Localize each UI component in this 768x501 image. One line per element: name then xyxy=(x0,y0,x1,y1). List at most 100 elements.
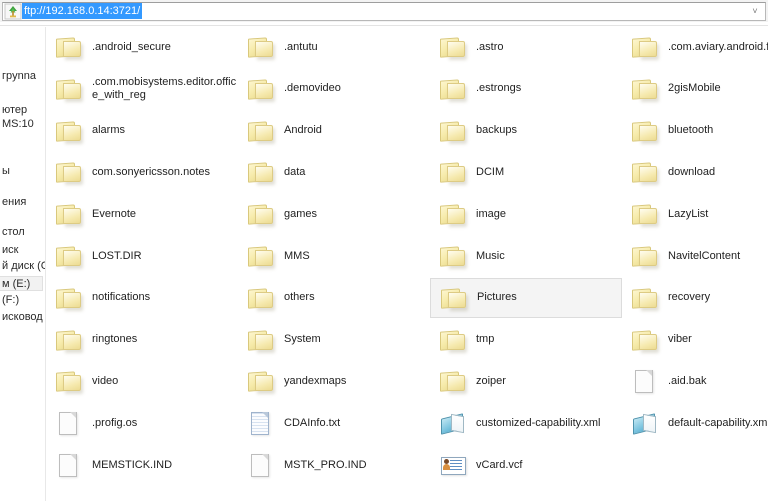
file-item[interactable]: .android_secure xyxy=(46,27,238,67)
file-item[interactable]: viber xyxy=(622,320,768,360)
file-item[interactable]: alarms xyxy=(46,111,238,151)
file-item-label: Music xyxy=(476,250,622,263)
file-item[interactable]: DCIM xyxy=(430,152,622,192)
folder-icon xyxy=(246,32,276,62)
file-item[interactable]: MSTK_PRO.IND xyxy=(238,445,430,485)
file-item[interactable]: System xyxy=(238,320,430,360)
file-item[interactable]: CDAInfo.txt xyxy=(238,403,430,443)
file-item-label: Pictures xyxy=(477,291,621,304)
file-item[interactable]: data xyxy=(238,152,430,192)
file-item[interactable]: vCard.vcf xyxy=(430,445,622,485)
nav-pane-item[interactable]: м (E:) xyxy=(0,276,43,291)
file-item[interactable]: customized-capability.xml xyxy=(430,403,622,443)
folder-icon xyxy=(438,366,468,396)
nav-pane-item[interactable]: ютер xyxy=(0,103,27,118)
file-item[interactable]: recovery xyxy=(622,278,768,318)
file-list-view[interactable]: .android_secure.antutu .astro.com.aviary.… xyxy=(46,27,768,501)
file-item[interactable]: notifications xyxy=(46,278,238,318)
xml-file-icon xyxy=(438,408,468,438)
folder-icon xyxy=(630,157,660,187)
file-item-label: .android_secure xyxy=(92,41,238,54)
nav-pane-item-label: (F:) xyxy=(2,294,19,306)
nav-pane-item[interactable]: стол xyxy=(0,225,25,240)
address-bar[interactable]: ftp://192.168.0.14:3721/ ˅ xyxy=(0,0,768,22)
file-item[interactable]: bluetooth xyxy=(622,111,768,151)
nav-pane-item[interactable]: иск xyxy=(0,243,18,258)
folder-icon xyxy=(630,283,660,313)
file-item-label: DCIM xyxy=(476,166,622,179)
folder-icon xyxy=(630,241,660,271)
folder-icon xyxy=(246,366,276,396)
file-item[interactable]: zoiper xyxy=(430,361,622,401)
nav-pane-item[interactable]: (F:) xyxy=(0,293,19,308)
nav-pane-item-label: й диск (C xyxy=(2,260,45,272)
file-item[interactable]: LOST.DIR xyxy=(46,236,238,276)
folder-icon xyxy=(54,241,84,271)
folder-icon xyxy=(438,199,468,229)
file-item-label: yandexmaps xyxy=(284,375,430,388)
chevron-down-icon[interactable]: ˅ xyxy=(746,2,764,21)
file-item[interactable]: default-capability.xml xyxy=(622,403,768,443)
nav-pane-item[interactable]: MS:10 xyxy=(0,117,34,132)
folder-icon xyxy=(246,157,276,187)
file-item[interactable]: Android xyxy=(238,111,430,151)
file-item[interactable]: NavitelContent xyxy=(622,236,768,276)
file-item[interactable]: MMS xyxy=(238,236,430,276)
file-item[interactable]: MEMSTICK.IND xyxy=(46,445,238,485)
file-item[interactable]: Evernote xyxy=(46,194,238,234)
file-item[interactable]: ringtones xyxy=(46,320,238,360)
file-item[interactable]: .demovideo xyxy=(238,69,430,109)
nav-pane-item[interactable]: й диск (C xyxy=(0,259,45,274)
folder-icon xyxy=(54,199,84,229)
file-item[interactable]: .com.aviary.android.feath xyxy=(622,27,768,67)
nav-pane-item-label: грynna xyxy=(2,70,36,82)
nav-pane-item-label: исковод ( xyxy=(2,311,45,323)
nav-pane-item-label: ютер xyxy=(2,104,27,116)
file-item-selected[interactable]: Pictures xyxy=(430,278,622,318)
file-item[interactable]: games xyxy=(238,194,430,234)
file-item[interactable]: image xyxy=(430,194,622,234)
file-item[interactable]: .estrongs xyxy=(430,69,622,109)
file-item[interactable]: yandexmaps xyxy=(238,361,430,401)
file-item[interactable]: .profig.os xyxy=(46,403,238,443)
nav-pane-item[interactable]: исковод ( xyxy=(0,310,45,325)
navigation-pane[interactable]: грynna ютерMS:10 ы ения стол иск й диск (C м (E… xyxy=(0,27,45,501)
file-icon xyxy=(630,366,660,396)
file-item[interactable]: .aid.bak xyxy=(622,361,768,401)
folder-icon xyxy=(54,283,84,313)
file-item[interactable]: backups xyxy=(430,111,622,151)
nav-pane-item[interactable]: ы xyxy=(0,164,10,179)
folder-icon xyxy=(54,32,84,62)
file-item[interactable]: tmp xyxy=(430,320,622,360)
file-item-label: .demovideo xyxy=(284,82,430,95)
file-item-label: .astro xyxy=(476,41,622,54)
folder-icon xyxy=(630,74,660,104)
contact-avatar-icon xyxy=(443,459,450,471)
nav-pane-item-label: иск xyxy=(2,244,18,256)
file-item-label: NavitelContent xyxy=(668,250,768,263)
folder-icon xyxy=(438,325,468,355)
address-bar-frame[interactable]: ftp://192.168.0.14:3721/ ˅ xyxy=(2,2,766,21)
file-item[interactable]: .astro xyxy=(430,27,622,67)
file-item[interactable]: .antutu xyxy=(238,27,430,67)
address-input-value[interactable]: ftp://192.168.0.14:3721/ xyxy=(22,3,142,19)
file-item[interactable]: .com.mobisystems.editor.office_with_reg xyxy=(46,69,238,109)
file-item[interactable]: 2gisMobile xyxy=(622,69,768,109)
file-item-label: CDAInfo.txt xyxy=(284,417,430,430)
file-item[interactable]: Music xyxy=(430,236,622,276)
file-item[interactable]: download xyxy=(622,152,768,192)
file-item[interactable]: com.sonyericsson.notes xyxy=(46,152,238,192)
file-item-label: image xyxy=(476,208,622,221)
file-item[interactable]: LazyList xyxy=(622,194,768,234)
nav-pane-item-label: ения xyxy=(2,196,26,208)
folder-icon xyxy=(438,116,468,146)
file-item[interactable]: video xyxy=(46,361,238,401)
file-item-label: .aid.bak xyxy=(668,375,768,388)
file-item-label: MSTK_PRO.IND xyxy=(284,459,430,472)
file-item-label: video xyxy=(92,375,238,388)
nav-pane-item[interactable]: ения xyxy=(0,195,26,210)
folder-icon xyxy=(438,32,468,62)
nav-pane-item[interactable]: грynna xyxy=(0,69,36,84)
file-item[interactable]: others xyxy=(238,278,430,318)
file-item-label: .profig.os xyxy=(92,417,238,430)
